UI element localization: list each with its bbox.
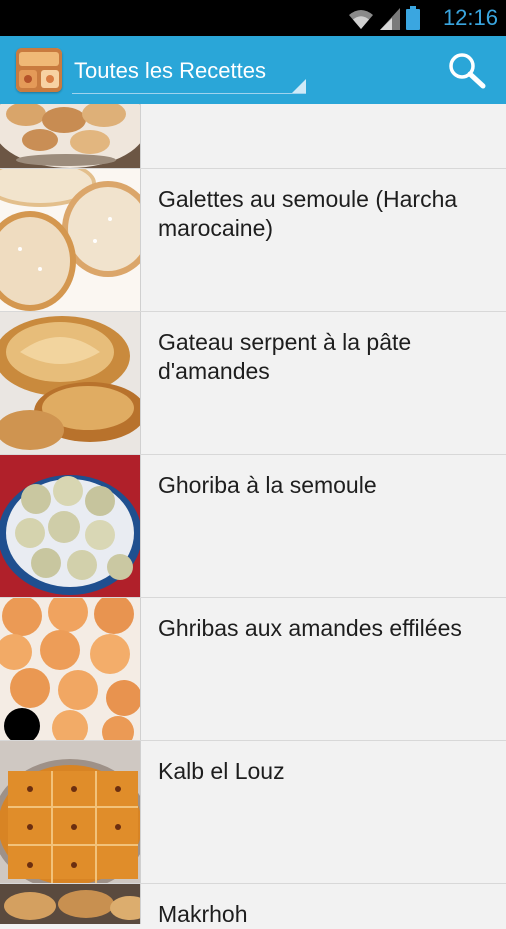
list-item[interactable]: Kalb el Louz bbox=[0, 741, 506, 884]
status-time: 12:16 bbox=[442, 5, 498, 30]
search-icon bbox=[449, 53, 486, 89]
recipe-thumbnail bbox=[0, 598, 141, 740]
recipe-list[interactable]: Galettes au semoule (Harcha marocaine) G… bbox=[0, 104, 506, 927]
spinner-underline bbox=[72, 93, 306, 94]
recipe-title: Kalb el Louz bbox=[158, 758, 285, 784]
recipe-thumbnail bbox=[0, 169, 141, 311]
wifi-icon bbox=[349, 10, 373, 29]
recipe-title: Ghribas aux amandes effilées bbox=[158, 615, 462, 641]
recipe-thumbnail bbox=[0, 455, 141, 597]
list-item[interactable]: Makrhoh bbox=[0, 884, 506, 927]
recipe-title: Gateau serpent à la pâte d'amandes bbox=[158, 329, 412, 384]
recipe-title: Makrhoh bbox=[158, 901, 248, 927]
spinner-title: Toutes les Recettes bbox=[74, 58, 266, 83]
category-spinner[interactable]: Toutes les Recettes bbox=[72, 50, 306, 96]
list-item[interactable]: Ghoriba à la semoule bbox=[0, 455, 506, 598]
list-item[interactable]: Ghribas aux amandes effilées bbox=[0, 598, 506, 741]
recipe-title: Ghoriba à la semoule bbox=[158, 472, 377, 498]
dropdown-caret-icon bbox=[292, 79, 306, 93]
list-item[interactable] bbox=[0, 104, 506, 169]
list-item[interactable]: Galettes au semoule (Harcha marocaine) bbox=[0, 169, 506, 312]
signal-icon bbox=[380, 8, 400, 30]
recipe-thumbnail bbox=[0, 312, 141, 454]
recipe-thumbnail bbox=[0, 104, 141, 168]
action-bar: Toutes les Recettes bbox=[0, 36, 506, 104]
list-item[interactable]: Gateau serpent à la pâte d'amandes bbox=[0, 312, 506, 455]
recipe-thumbnail bbox=[0, 741, 141, 883]
search-button[interactable] bbox=[446, 50, 488, 92]
status-bar: 12:16 bbox=[0, 0, 506, 36]
recipe-thumbnail bbox=[0, 884, 141, 924]
app-logo-icon[interactable] bbox=[16, 48, 62, 92]
status-icons bbox=[348, 6, 420, 30]
recipe-title: Galettes au semoule (Harcha marocaine) bbox=[158, 186, 458, 241]
battery-icon bbox=[406, 6, 420, 30]
